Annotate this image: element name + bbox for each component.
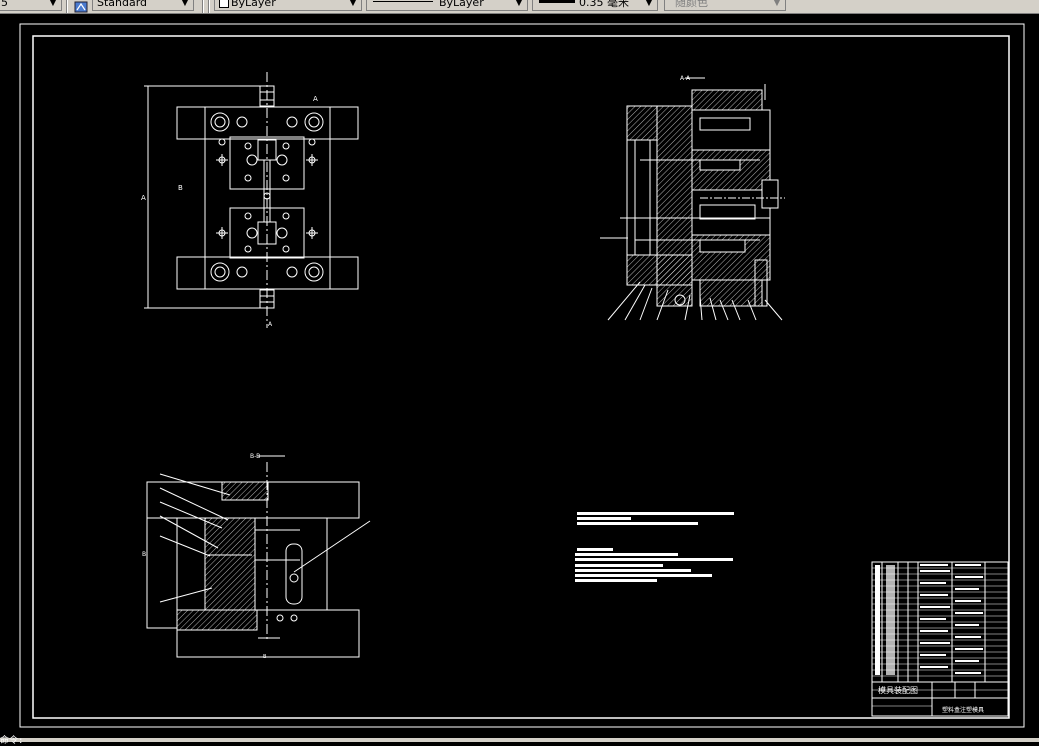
dimension-style-value: 5	[1, 0, 8, 9]
chevron-down-icon[interactable]: ▼	[771, 0, 783, 10]
text-style-combo[interactable]: Standard ▼	[92, 0, 194, 11]
chevron-down-icon[interactable]: ▼	[643, 0, 655, 10]
plot-style-value: 随颜色	[675, 0, 708, 9]
top-view[interactable]: A A B A	[141, 72, 359, 328]
chevron-down-icon[interactable]: ▼	[347, 0, 359, 10]
command-prompt[interactable]: 命令:	[0, 733, 23, 746]
outer-border	[19, 23, 1025, 728]
toolbar-separator	[208, 0, 210, 13]
title-block-entries	[875, 564, 983, 675]
layer-color-value: ByLayer	[231, 0, 276, 9]
technical-notes	[575, 512, 734, 582]
text-style-value: Standard	[97, 0, 148, 9]
chevron-down-icon[interactable]: ▼	[513, 0, 525, 10]
linetype-preview-icon	[373, 1, 433, 2]
properties-toolbar: 5 ▼ Standard ▼ ByLayer ▼ ByLayer ▼ 0.35 …	[0, 0, 1039, 14]
text-style-icon[interactable]	[74, 0, 88, 13]
lower-view[interactable]: B-B B B	[142, 453, 371, 660]
chevron-down-icon[interactable]: ▼	[47, 0, 59, 10]
section-view[interactable]: A-A	[600, 75, 785, 321]
svg-text:B: B	[263, 654, 267, 660]
chevron-down-icon[interactable]: ▼	[179, 0, 191, 10]
cad-drawing: A A B A A-A B-B B B 模具装配图 塑料盒注塑模具	[19, 23, 1025, 728]
svg-text:A: A	[141, 194, 146, 202]
title-block-drawing-name: 塑料盒注塑模具	[942, 706, 984, 714]
title-block-title: 模具装配图	[878, 685, 918, 695]
linetype-value: ByLayer	[439, 0, 484, 9]
color-swatch-icon	[219, 0, 229, 8]
svg-text:B: B	[178, 184, 183, 192]
lineweight-preview-icon	[539, 0, 575, 3]
toolbar-separator	[202, 0, 204, 13]
layer-color-combo[interactable]: ByLayer ▼	[214, 0, 362, 11]
svg-text:A: A	[268, 321, 273, 328]
toolbar-separator	[66, 0, 68, 13]
status-bar	[0, 738, 1039, 742]
lineweight-combo[interactable]: 0.35 毫米 ▼	[532, 0, 658, 11]
dimension-style-combo[interactable]: 5 ▼	[0, 0, 62, 11]
plot-style-combo[interactable]: 随颜色 ▼	[664, 0, 786, 11]
svg-text:A: A	[313, 95, 318, 103]
svg-text:B: B	[142, 551, 146, 558]
lineweight-value: 0.35 毫米	[579, 0, 629, 9]
linetype-combo[interactable]: ByLayer ▼	[366, 0, 528, 11]
drawing-canvas[interactable]: A A B A A-A B-B B B 模具装配图 塑料盒注塑模具	[0, 14, 1039, 739]
